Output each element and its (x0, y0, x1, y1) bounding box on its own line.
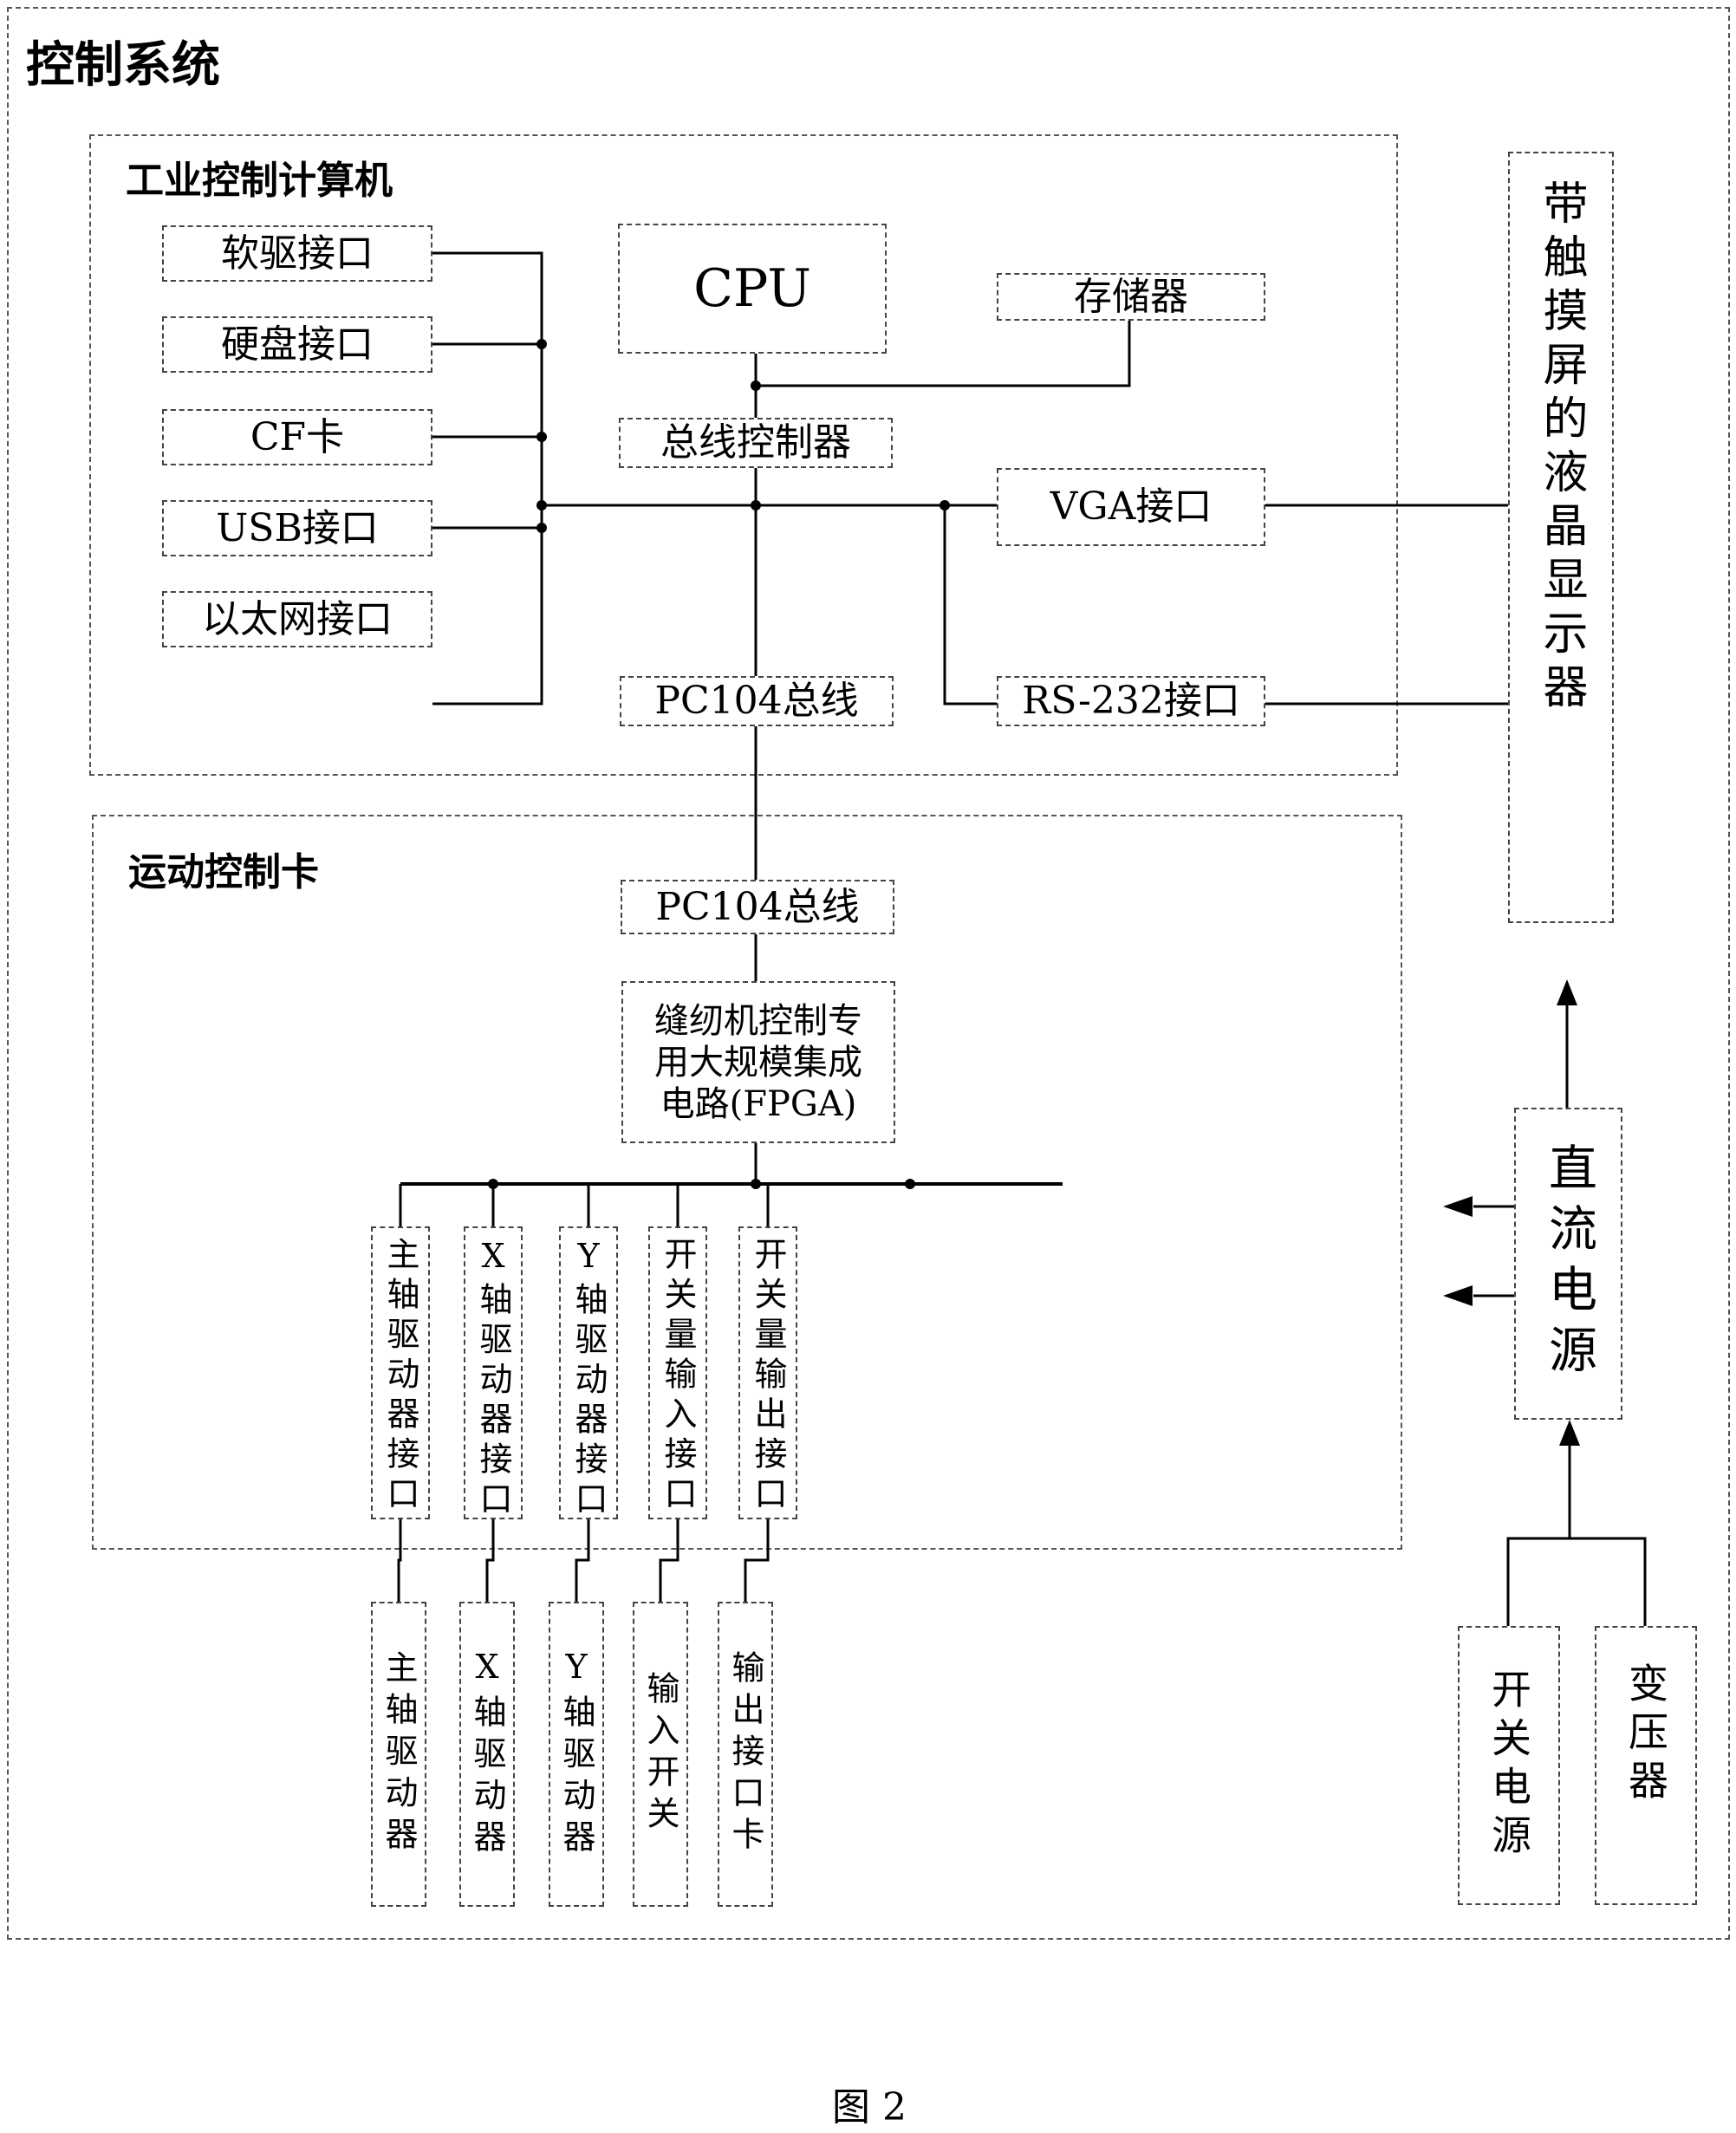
junction-fpga (751, 1179, 761, 1189)
wire-device-2 (575, 1519, 590, 1602)
arrow-left-1 (1443, 1196, 1473, 1217)
junction-cf (536, 432, 547, 442)
junction-x-axis (488, 1179, 498, 1189)
junction-usb (536, 523, 547, 533)
arrow-up-to-display (1557, 979, 1577, 1005)
wire-memory (756, 321, 1131, 387)
junction-switch-input (905, 1179, 915, 1189)
junction-memory (751, 380, 761, 391)
arrow-left-2 (1443, 1285, 1473, 1306)
wire-device-3 (659, 1519, 679, 1602)
wire-device-0 (397, 1519, 402, 1602)
wire-device-4 (744, 1519, 770, 1602)
wire-floppy (432, 251, 543, 706)
connection-wires (397, 251, 1647, 1626)
figure-caption: 图 2 (832, 2085, 907, 2130)
junction-hdd (536, 339, 547, 349)
wire-device-1 (485, 1519, 495, 1602)
junction-bus-left (536, 500, 547, 510)
arrow-up-to-dc (1559, 1420, 1580, 1446)
wire-rs232-branch (943, 505, 997, 706)
wire-power-sources (1506, 1537, 1647, 1626)
control-system-diagram: 控制系统 工业控制计算机 软驱接口 硬盘接口 CF卡 USB接口 以太网接口 C… (0, 0, 1736, 2133)
